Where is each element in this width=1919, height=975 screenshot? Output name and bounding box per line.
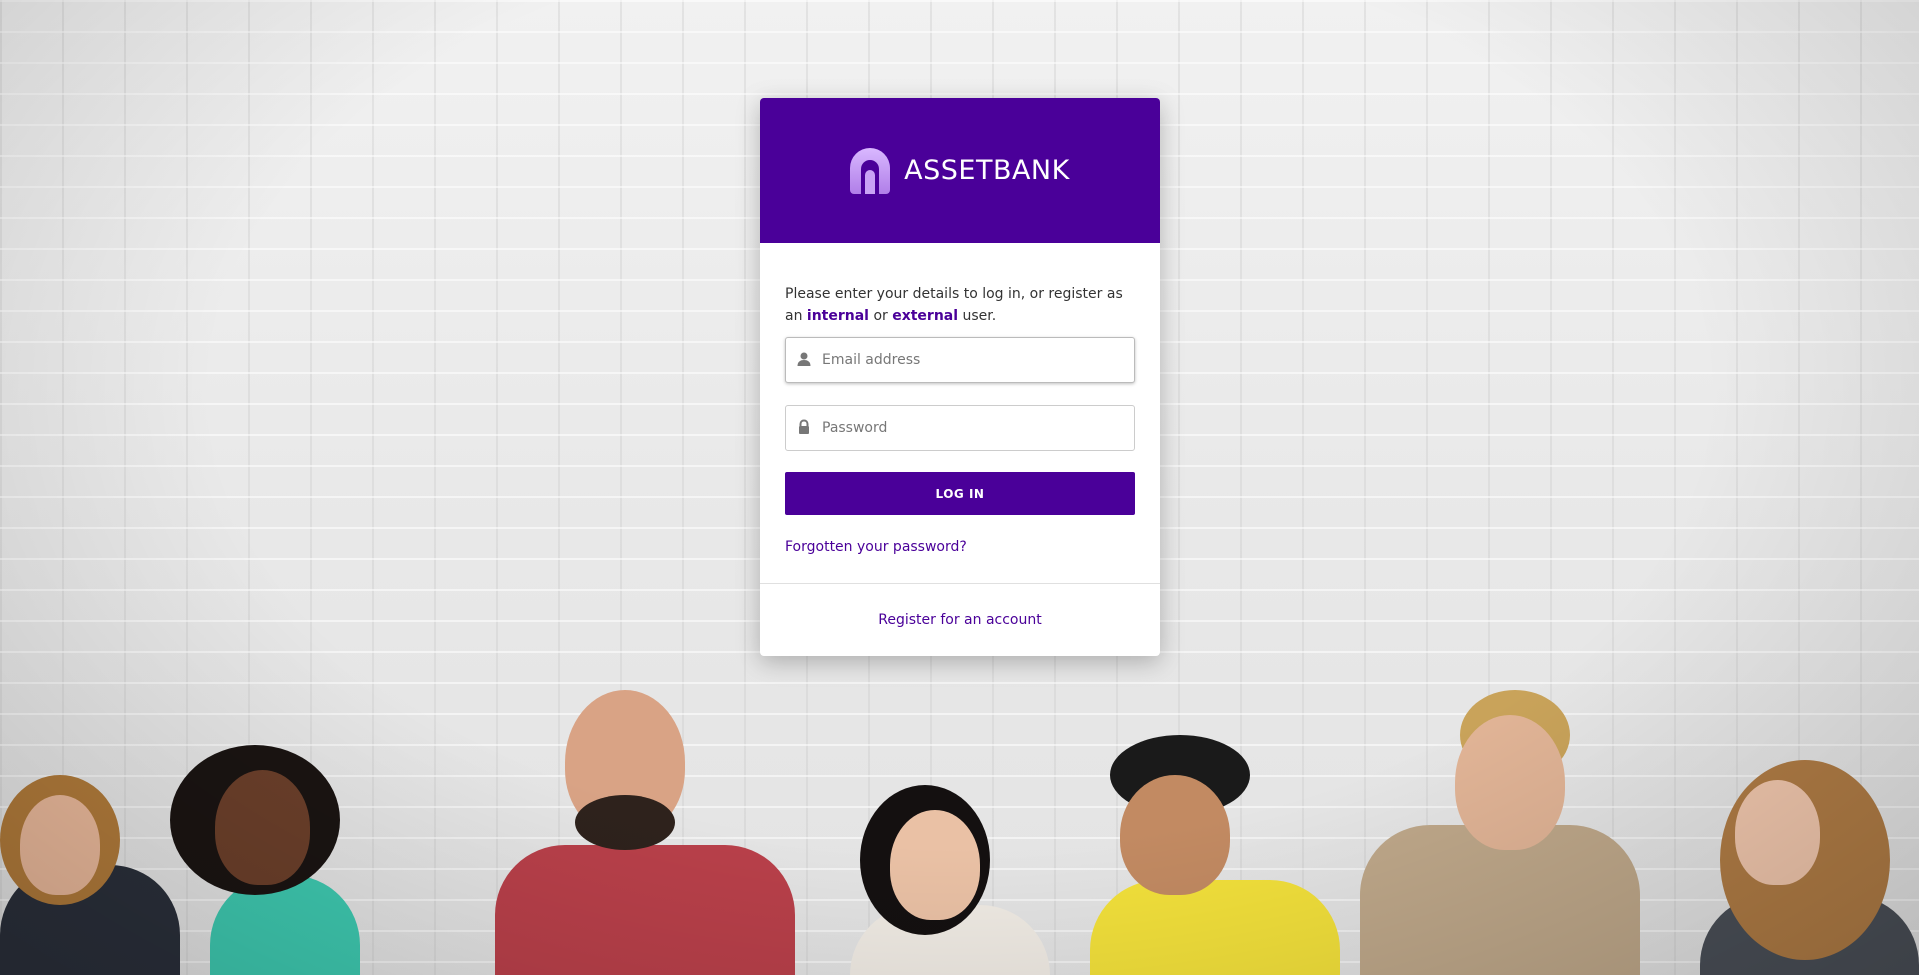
login-card: ASSETBANK Please enter your details to l… <box>760 98 1160 656</box>
logo-text: ASSETBANK <box>904 155 1070 186</box>
password-input[interactable] <box>820 406 1124 450</box>
assetbank-logo-icon <box>850 147 891 194</box>
intro-suffix: user. <box>962 308 997 324</box>
internal-register-link[interactable]: internal <box>807 308 869 324</box>
card-header: ASSETBANK <box>760 98 1160 243</box>
login-form: Please enter your details to log in, or … <box>760 243 1160 556</box>
intro-or: or <box>873 308 888 324</box>
email-field-wrapper <box>785 337 1135 383</box>
user-icon <box>796 351 812 367</box>
register-link[interactable]: Register for an account <box>878 612 1041 628</box>
lock-icon <box>796 419 812 435</box>
password-field-wrapper <box>785 405 1135 451</box>
card-footer: Register for an account <box>760 583 1160 656</box>
email-input[interactable] <box>820 338 1124 382</box>
forgot-password-link[interactable]: Forgotten your password? <box>785 539 967 555</box>
assetbank-logo: ASSETBANK <box>850 147 1070 194</box>
intro-text: Please enter your details to log in, or … <box>785 283 1135 327</box>
external-register-link[interactable]: external <box>892 308 958 324</box>
login-button[interactable]: LOG IN <box>785 472 1135 515</box>
